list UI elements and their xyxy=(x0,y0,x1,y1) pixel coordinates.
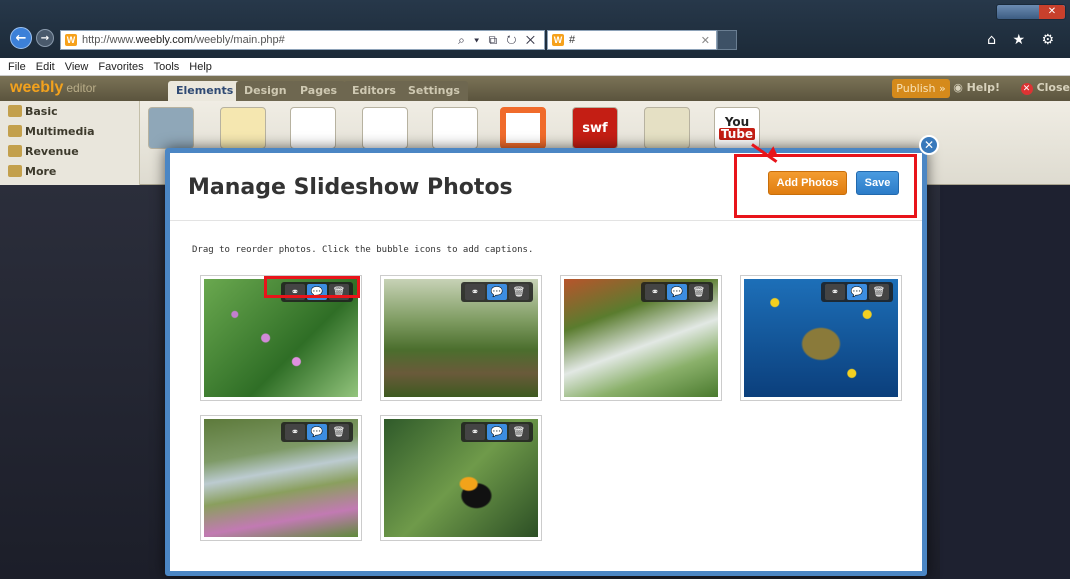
link-icon[interactable]: ⚭ xyxy=(285,424,305,440)
caption-bubble-icon[interactable]: 💬 xyxy=(667,284,687,300)
map-element[interactable] xyxy=(644,107,690,149)
address-bar[interactable]: W http://www.weebly.com/weebly/main.php#… xyxy=(60,30,545,50)
trash-icon[interactable]: 🗑 xyxy=(869,284,889,300)
trash-icon[interactable]: 🗑 xyxy=(689,284,709,300)
window-controls[interactable]: ✕ xyxy=(996,4,1066,20)
category-revenue[interactable]: Revenue xyxy=(0,141,139,161)
slideshow-element[interactable] xyxy=(220,107,266,149)
menu-edit[interactable]: Edit xyxy=(36,61,55,73)
audio-element[interactable] xyxy=(290,107,336,149)
address-url: http://www.weebly.com/weebly/main.php# xyxy=(82,34,285,46)
close-icon: ✕ xyxy=(1020,83,1033,95)
caption-bubble-icon[interactable]: 💬 xyxy=(487,284,507,300)
menu-tools[interactable]: Tools xyxy=(154,61,180,73)
photo-toolbar: ⚭ 💬 🗑 xyxy=(281,422,353,442)
category-basic[interactable]: Basic xyxy=(0,101,139,121)
instructions-text: Drag to reorder photos. Click the bubble… xyxy=(192,245,534,255)
tab-design[interactable]: Design xyxy=(236,81,295,101)
photo-item[interactable]: ⚭ 💬 🗑 xyxy=(380,415,542,541)
tab-favicon-icon: W xyxy=(552,34,564,46)
annotation-highlight-buttons xyxy=(734,154,917,218)
link-icon[interactable]: ⚭ xyxy=(825,284,845,300)
chrome-icons[interactable]: ⌂ ★ ⚙ xyxy=(987,32,1060,48)
tab-title: # xyxy=(569,34,576,46)
folder-icon xyxy=(8,165,22,177)
category-list: Basic Multimedia Revenue More xyxy=(0,101,140,185)
site-canvas-right xyxy=(940,185,1070,579)
modal-close-icon[interactable]: ✕ xyxy=(919,135,939,155)
video-element[interactable] xyxy=(432,107,478,149)
link-icon[interactable]: ⚭ xyxy=(465,284,485,300)
weebly-favicon-icon: W xyxy=(65,34,77,46)
menu-favorites[interactable]: Favorites xyxy=(98,61,143,73)
tab-pages[interactable]: Pages xyxy=(292,81,346,101)
annotation-highlight-tools xyxy=(264,276,360,298)
address-tools[interactable]: ⌕ ▾ ⧉ ↻ ✕ xyxy=(458,33,538,48)
photo-toolbar: ⚭ 💬 🗑 xyxy=(461,282,533,302)
tab-editors[interactable]: Editors xyxy=(344,81,404,101)
tab-elements[interactable]: Elements xyxy=(168,81,242,101)
folder-icon xyxy=(8,145,22,157)
trash-icon[interactable]: 🗑 xyxy=(509,284,529,300)
menu-file[interactable]: File xyxy=(8,61,26,73)
modal-title: Manage Slideshow Photos xyxy=(188,175,513,200)
photo-item[interactable]: ⚭ 💬 🗑 xyxy=(560,275,722,401)
menu-view[interactable]: View xyxy=(65,61,89,73)
trash-icon[interactable]: 🗑 xyxy=(329,424,349,440)
photo-item[interactable]: ⚭ 💬 🗑 xyxy=(380,275,542,401)
folder-icon xyxy=(8,105,22,117)
trash-icon[interactable]: 🗑 xyxy=(509,424,529,440)
folder-icon xyxy=(8,125,22,137)
new-tab-button[interactable] xyxy=(717,30,737,50)
category-more[interactable]: More xyxy=(0,161,139,181)
help-link[interactable]: ◉ Help! xyxy=(953,81,1000,94)
flash-element[interactable]: swf xyxy=(572,107,618,149)
browser-chrome: ✕ ← → W http://www.weebly.com/weebly/mai… xyxy=(0,0,1070,58)
link-icon[interactable]: ⚭ xyxy=(645,284,665,300)
menu-bar: File Edit View Favorites Tools Help xyxy=(0,58,1070,76)
publish-button[interactable]: Publish » xyxy=(892,79,950,98)
photo-item[interactable]: ⚭ 💬 🗑 xyxy=(740,275,902,401)
forward-button[interactable]: → xyxy=(36,29,54,47)
tab-close-icon[interactable]: ✕ xyxy=(701,34,710,47)
caption-bubble-icon[interactable]: 💬 xyxy=(847,284,867,300)
editor-toolbar: weebly editor Elements Design Pages Edito… xyxy=(0,76,1070,101)
back-button[interactable]: ← xyxy=(10,27,32,49)
tab-settings[interactable]: Settings xyxy=(400,81,468,101)
category-multimedia[interactable]: Multimedia xyxy=(0,121,139,141)
close-editor-link[interactable]: ✕ Close xyxy=(1020,81,1070,95)
sound-element[interactable] xyxy=(362,107,408,149)
menu-help[interactable]: Help xyxy=(189,61,212,73)
caption-bubble-icon[interactable]: 💬 xyxy=(487,424,507,440)
photo-toolbar: ⚭ 💬 🗑 xyxy=(461,422,533,442)
photo-gallery-element[interactable] xyxy=(148,107,194,149)
document-element[interactable] xyxy=(500,107,546,149)
help-icon: ◉ xyxy=(953,81,967,94)
photo-item[interactable]: ⚭ 💬 🗑 xyxy=(200,415,362,541)
link-icon[interactable]: ⚭ xyxy=(465,424,485,440)
caption-bubble-icon[interactable]: 💬 xyxy=(307,424,327,440)
browser-tab[interactable]: W # ✕ xyxy=(547,30,717,50)
weebly-logo: weebly editor xyxy=(10,79,97,96)
window-close-button[interactable]: ✕ xyxy=(1039,5,1065,19)
photo-toolbar: ⚭ 💬 🗑 xyxy=(641,282,713,302)
photo-toolbar: ⚭ 💬 🗑 xyxy=(821,282,893,302)
